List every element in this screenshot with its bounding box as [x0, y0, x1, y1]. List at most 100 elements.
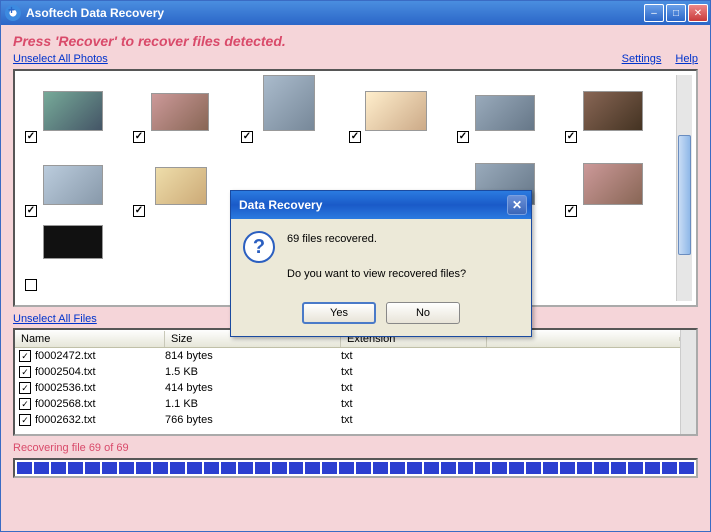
thumb-cell[interactable]: ✓ — [25, 75, 123, 143]
progress-block — [238, 462, 253, 474]
maximize-button[interactable]: □ — [666, 4, 686, 22]
file-checkbox[interactable]: ✓ — [19, 398, 31, 410]
thumb-cell[interactable]: ✓ — [349, 75, 447, 143]
progress-block — [68, 462, 83, 474]
photos-scrollbar[interactable] — [676, 75, 692, 301]
progress-block — [407, 462, 422, 474]
close-button[interactable]: ✕ — [688, 4, 708, 22]
dialog-close-button[interactable]: ✕ — [507, 195, 527, 215]
table-row[interactable]: ✓f0002472.txt814 bytestxt — [15, 348, 680, 364]
photo-checkbox[interactable]: ✓ — [565, 131, 577, 143]
progress-block — [289, 462, 304, 474]
photo-checkbox[interactable]: ✓ — [349, 131, 361, 143]
photo-thumbnail[interactable] — [263, 75, 315, 131]
top-links-bar: Unselect All Photos Settings Help — [13, 53, 698, 65]
table-row[interactable]: ✓f0002504.txt1.5 KBtxt — [15, 364, 680, 380]
no-button[interactable]: No — [386, 302, 460, 324]
minimize-button[interactable]: – — [644, 4, 664, 22]
progress-block — [390, 462, 405, 474]
photo-checkbox[interactable] — [25, 279, 37, 291]
file-size: 1.1 KB — [165, 398, 341, 410]
progress-block — [611, 462, 626, 474]
yes-button[interactable]: Yes — [302, 302, 376, 324]
file-checkbox[interactable]: ✓ — [19, 414, 31, 426]
app-icon — [5, 5, 21, 21]
photo-checkbox[interactable]: ✓ — [133, 205, 145, 217]
progress-block — [526, 462, 541, 474]
progress-block — [475, 462, 490, 474]
photo-checkbox[interactable]: ✓ — [241, 131, 253, 143]
progress-bar — [13, 458, 698, 478]
photo-checkbox[interactable]: ✓ — [25, 205, 37, 217]
photo-thumbnail[interactable] — [365, 91, 427, 131]
thumb-cell[interactable]: ✓ — [133, 75, 231, 143]
settings-link[interactable]: Settings — [622, 53, 662, 65]
photo-checkbox[interactable]: ✓ — [457, 131, 469, 143]
progress-block — [458, 462, 473, 474]
progress-block — [577, 462, 592, 474]
instruction-text: Press 'Recover' to recover files detecte… — [13, 33, 698, 49]
photo-checkbox[interactable]: ✓ — [133, 131, 145, 143]
photo-thumbnail[interactable] — [151, 93, 209, 131]
progress-block — [543, 462, 558, 474]
table-row[interactable]: ✓ f0002536.txt414 bytestxt — [15, 380, 680, 396]
file-size: 814 bytes — [165, 350, 341, 362]
thumb-cell[interactable]: ✓ — [565, 75, 663, 143]
dialog-body: ? 69 files recovered. Do you want to vie… — [231, 219, 531, 296]
table-row[interactable]: ✓f0002632.txt766 bytestxt — [15, 412, 680, 428]
progress-block — [322, 462, 337, 474]
thumb-cell[interactable]: ✓ — [133, 149, 231, 217]
dialog-text: 69 files recovered. Do you want to view … — [287, 231, 466, 284]
unselect-photos-link[interactable]: Unselect All Photos — [13, 53, 108, 65]
file-ext: txt — [341, 382, 487, 394]
photo-checkbox[interactable]: ✓ — [25, 131, 37, 143]
col-name[interactable]: Name — [15, 331, 165, 347]
photo-thumbnail[interactable] — [583, 163, 643, 205]
file-ext: txt — [341, 414, 487, 426]
photo-thumbnail[interactable] — [583, 91, 643, 131]
thumb-cell[interactable]: ✓ — [457, 75, 555, 143]
file-checkbox[interactable]: ✓ — [19, 350, 31, 362]
thumb-cell[interactable]: ✓ — [25, 149, 123, 217]
photo-thumbnail[interactable] — [43, 225, 103, 259]
photo-thumbnail[interactable] — [43, 91, 103, 131]
photo-thumbnail[interactable] — [155, 167, 207, 205]
file-size: 1.5 KB — [165, 366, 341, 378]
progress-block — [645, 462, 660, 474]
status-text: Recovering file 69 of 69 — [13, 442, 698, 454]
progress-block — [136, 462, 151, 474]
question-icon: ? — [243, 231, 275, 263]
progress-block — [255, 462, 270, 474]
progress-block — [51, 462, 66, 474]
table-row[interactable]: ✓f0002568.txt1.1 KBtxt — [15, 396, 680, 412]
file-ext: txt — [341, 398, 487, 410]
scrollbar-thumb[interactable] — [678, 135, 691, 255]
help-link[interactable]: Help — [675, 53, 698, 65]
thumb-cell[interactable]: ✓ — [565, 149, 663, 217]
file-checkbox[interactable]: ✓ — [19, 366, 31, 378]
unselect-files-link[interactable]: Unselect All Files — [13, 313, 97, 325]
progress-block — [662, 462, 677, 474]
window-title: Asoftech Data Recovery — [26, 6, 644, 20]
progress-block — [628, 462, 643, 474]
files-scrollbar[interactable] — [680, 330, 696, 434]
files-body: ✓f0002472.txt814 bytestxt✓f0002504.txt1.… — [15, 348, 680, 428]
file-ext: txt — [341, 366, 487, 378]
thumb-cell[interactable]: ✓ — [241, 75, 339, 143]
photo-thumbnail[interactable] — [475, 95, 535, 131]
file-checkbox[interactable]: ✓ — [19, 382, 31, 394]
progress-block — [204, 462, 219, 474]
photo-thumbnail[interactable] — [43, 165, 103, 205]
file-size: 766 bytes — [165, 414, 341, 426]
progress-block — [170, 462, 185, 474]
photo-checkbox[interactable]: ✓ — [565, 205, 577, 217]
progress-block — [272, 462, 287, 474]
dialog-buttons: Yes No — [231, 296, 531, 336]
file-name: f0002536.txt — [35, 382, 165, 394]
progress-block — [492, 462, 507, 474]
thumb-cell[interactable] — [25, 223, 123, 291]
file-size: 414 bytes — [165, 382, 341, 394]
recovery-dialog: Data Recovery ✕ ? 69 files recovered. Do… — [230, 190, 532, 337]
progress-block — [679, 462, 694, 474]
progress-block — [509, 462, 524, 474]
